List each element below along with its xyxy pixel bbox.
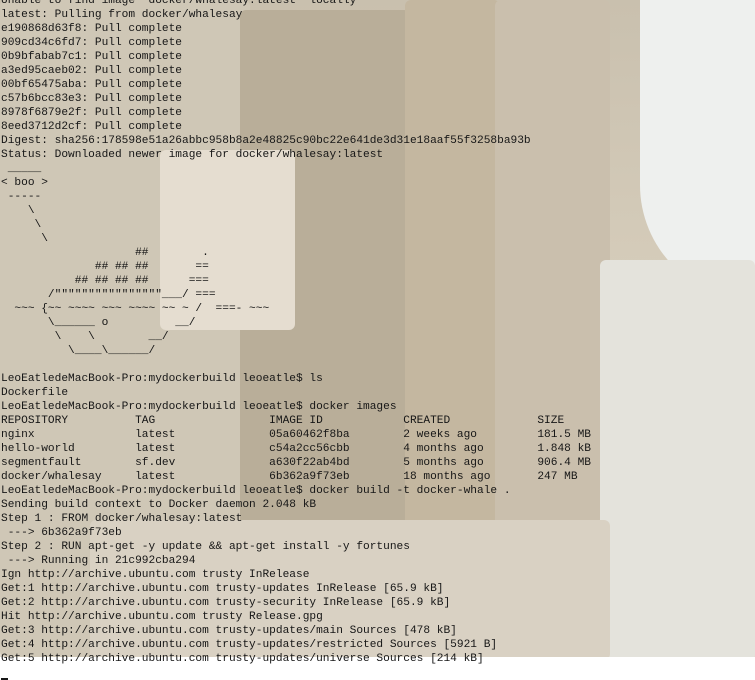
terminal-line: Sending build context to Docker daemon 2… bbox=[1, 499, 317, 511]
terminal-line: LeoEatledeMacBook-Pro:mydockerbuild leoe… bbox=[1, 485, 511, 497]
terminal-line: 909cd34c6fd7: Pull complete bbox=[1, 37, 183, 49]
terminal-line: Get:4 http://archive.ubuntu.com trusty-u… bbox=[1, 639, 498, 651]
terminal-line: LeoEatledeMacBook-Pro:mydockerbuild leoe… bbox=[1, 373, 323, 385]
terminal-line: \ \ __/ bbox=[1, 331, 169, 343]
terminal-line: nginx latest 05a60462f8ba 2 weeks ago 18… bbox=[1, 429, 591, 441]
terminal-line: Ign http://archive.ubuntu.com trusty InR… bbox=[1, 569, 310, 581]
terminal-line: Digest: sha256:178598e51a26abbc958b8a2e4… bbox=[1, 135, 531, 147]
terminal-line: \____\______/ bbox=[1, 345, 156, 357]
terminal-line: 8eed3712d2cf: Pull complete bbox=[1, 121, 183, 133]
terminal-line: ## ## ## ## === bbox=[1, 275, 209, 287]
terminal-line: e190868d63f8: Pull complete bbox=[1, 23, 183, 35]
terminal-line: REPOSITORY TAG IMAGE ID CREATED SIZE bbox=[1, 415, 565, 427]
terminal-line: < boo > bbox=[1, 177, 48, 189]
terminal-line: Get:1 http://archive.ubuntu.com trusty-u… bbox=[1, 583, 444, 595]
terminal-line: Get:2 http://archive.ubuntu.com trusty-s… bbox=[1, 597, 451, 609]
terminal-line: \ bbox=[1, 205, 35, 217]
terminal-line: Step 1 : FROM docker/whalesay:latest bbox=[1, 513, 243, 525]
terminal-line: ## ## ## == bbox=[1, 261, 209, 273]
terminal-line: ~~~ {~~ ~~~~ ~~~ ~~~~ ~~ ~ / ===- ~~~ bbox=[1, 303, 270, 315]
terminal-line: c57b6bcc83e3: Pull complete bbox=[1, 93, 183, 105]
terminal-line: \ bbox=[1, 219, 42, 231]
terminal-line: 0b9bfabab7c1: Pull complete bbox=[1, 51, 183, 63]
terminal-line: LeoEatledeMacBook-Pro:mydockerbuild leoe… bbox=[1, 401, 397, 413]
terminal-line: Get:3 http://archive.ubuntu.com trusty-u… bbox=[1, 625, 457, 637]
terminal-line: docker/whalesay latest 6b362a9f73eb 18 m… bbox=[1, 471, 578, 483]
terminal-line: _____ bbox=[1, 163, 42, 175]
terminal-line: Status: Downloaded newer image for docke… bbox=[1, 149, 384, 161]
terminal-line: a3ed95caeb02: Pull complete bbox=[1, 65, 183, 77]
terminal-line: \ bbox=[1, 233, 48, 245]
terminal-line: segmentfault sf.dev a630f22ab4bd 5 month… bbox=[1, 457, 591, 469]
terminal-line: Step 2 : RUN apt-get -y update && apt-ge… bbox=[1, 541, 410, 553]
terminal-line: Dockerfile bbox=[1, 387, 69, 399]
terminal-line: ---> 6b362a9f73eb bbox=[1, 527, 122, 539]
terminal-output[interactable]: Unable to find image 'docker/whalesay:la… bbox=[1, 0, 591, 680]
terminal-line: ## . bbox=[1, 247, 209, 259]
terminal-line: Unable to find image 'docker/whalesay:la… bbox=[1, 0, 357, 7]
background-sky-cloud bbox=[640, 0, 755, 300]
terminal-line: hello-world latest c54a2cc56cbb 4 months… bbox=[1, 443, 591, 455]
terminal-line: 00bf65475aba: Pull complete bbox=[1, 79, 183, 91]
terminal-line: 8978f6879e2f: Pull complete bbox=[1, 107, 183, 119]
terminal-line: ----- bbox=[1, 191, 42, 203]
terminal-line: latest: Pulling from docker/whalesay bbox=[1, 9, 243, 21]
background-street-shape bbox=[600, 260, 755, 657]
terminal-line: ---> Running in 21c992cba294 bbox=[1, 555, 196, 567]
terminal-line: /""""""""""""""""___/ === bbox=[1, 289, 216, 301]
terminal-line: Get:5 http://archive.ubuntu.com trusty-u… bbox=[1, 653, 484, 665]
terminal-line: \______ o __/ bbox=[1, 317, 196, 329]
terminal-line: Hit http://archive.ubuntu.com trusty Rel… bbox=[1, 611, 323, 623]
